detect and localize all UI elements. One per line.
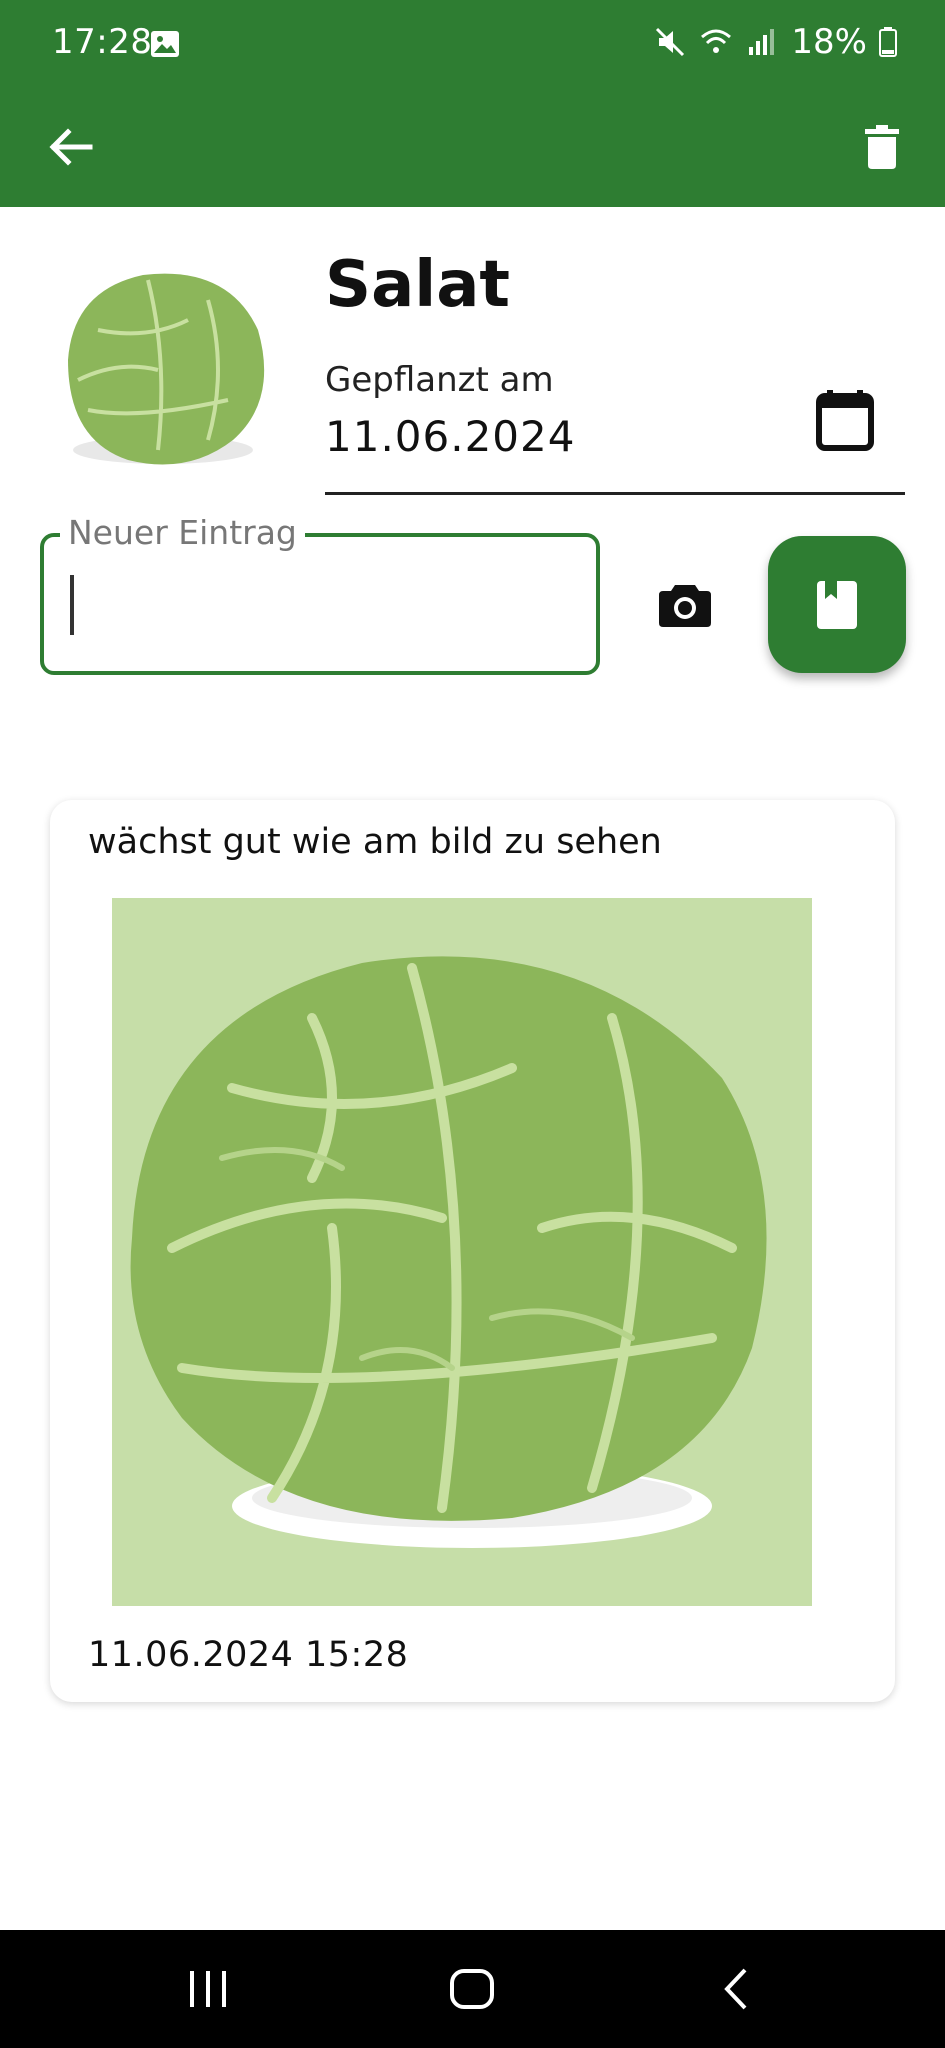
plant-name: Salat (325, 248, 510, 322)
home-icon (450, 1969, 494, 2009)
system-back-button[interactable] (696, 1954, 776, 2024)
planted-date-field[interactable]: Gepflanzt am 11.06.2024 (325, 360, 905, 495)
entry-timestamp: 11.06.2024 15:28 (88, 1635, 409, 1675)
recent-apps-icon (190, 1971, 226, 2007)
lettuce-image (112, 898, 812, 1606)
signal-icon (749, 29, 775, 55)
image-icon (151, 31, 179, 57)
battery-icon (879, 27, 897, 57)
arrow-back-icon (49, 128, 93, 166)
journal-entry-card[interactable]: wächst gut wie am bild zu sehen 11.06.20… (50, 800, 895, 1702)
text-caret (70, 575, 74, 635)
battery-percentage: 18% (791, 22, 867, 62)
new-entry-field[interactable]: Neuer Eintrag (40, 513, 600, 675)
entry-photo[interactable] (112, 898, 812, 1606)
mute-icon (656, 27, 685, 57)
save-entry-button[interactable] (768, 536, 906, 673)
system-nav-bar (0, 1930, 945, 2048)
trash-icon (865, 125, 899, 169)
book-icon (817, 580, 857, 629)
plant-image (68, 273, 265, 465)
camera-button[interactable] (650, 570, 720, 640)
status-time: 17:28 (52, 22, 153, 62)
calendar-icon[interactable] (813, 388, 877, 452)
recent-apps-button[interactable] (168, 1954, 248, 2024)
app-bar (0, 92, 945, 207)
planted-date-value: 11.06.2024 (325, 412, 576, 461)
wifi-icon (701, 29, 732, 53)
back-icon (724, 1968, 747, 2010)
status-bar: 17:28 18% (0, 0, 945, 92)
planted-date-label: Gepflanzt am (325, 360, 554, 400)
back-button[interactable] (36, 112, 106, 182)
delete-button[interactable] (847, 112, 917, 182)
home-button[interactable] (432, 1954, 512, 2024)
status-indicators: 18% (653, 22, 897, 62)
new-entry-label: Neuer Eintrag (60, 513, 305, 552)
camera-icon (659, 585, 711, 627)
entry-text: wächst gut wie am bild zu sehen (88, 822, 662, 862)
